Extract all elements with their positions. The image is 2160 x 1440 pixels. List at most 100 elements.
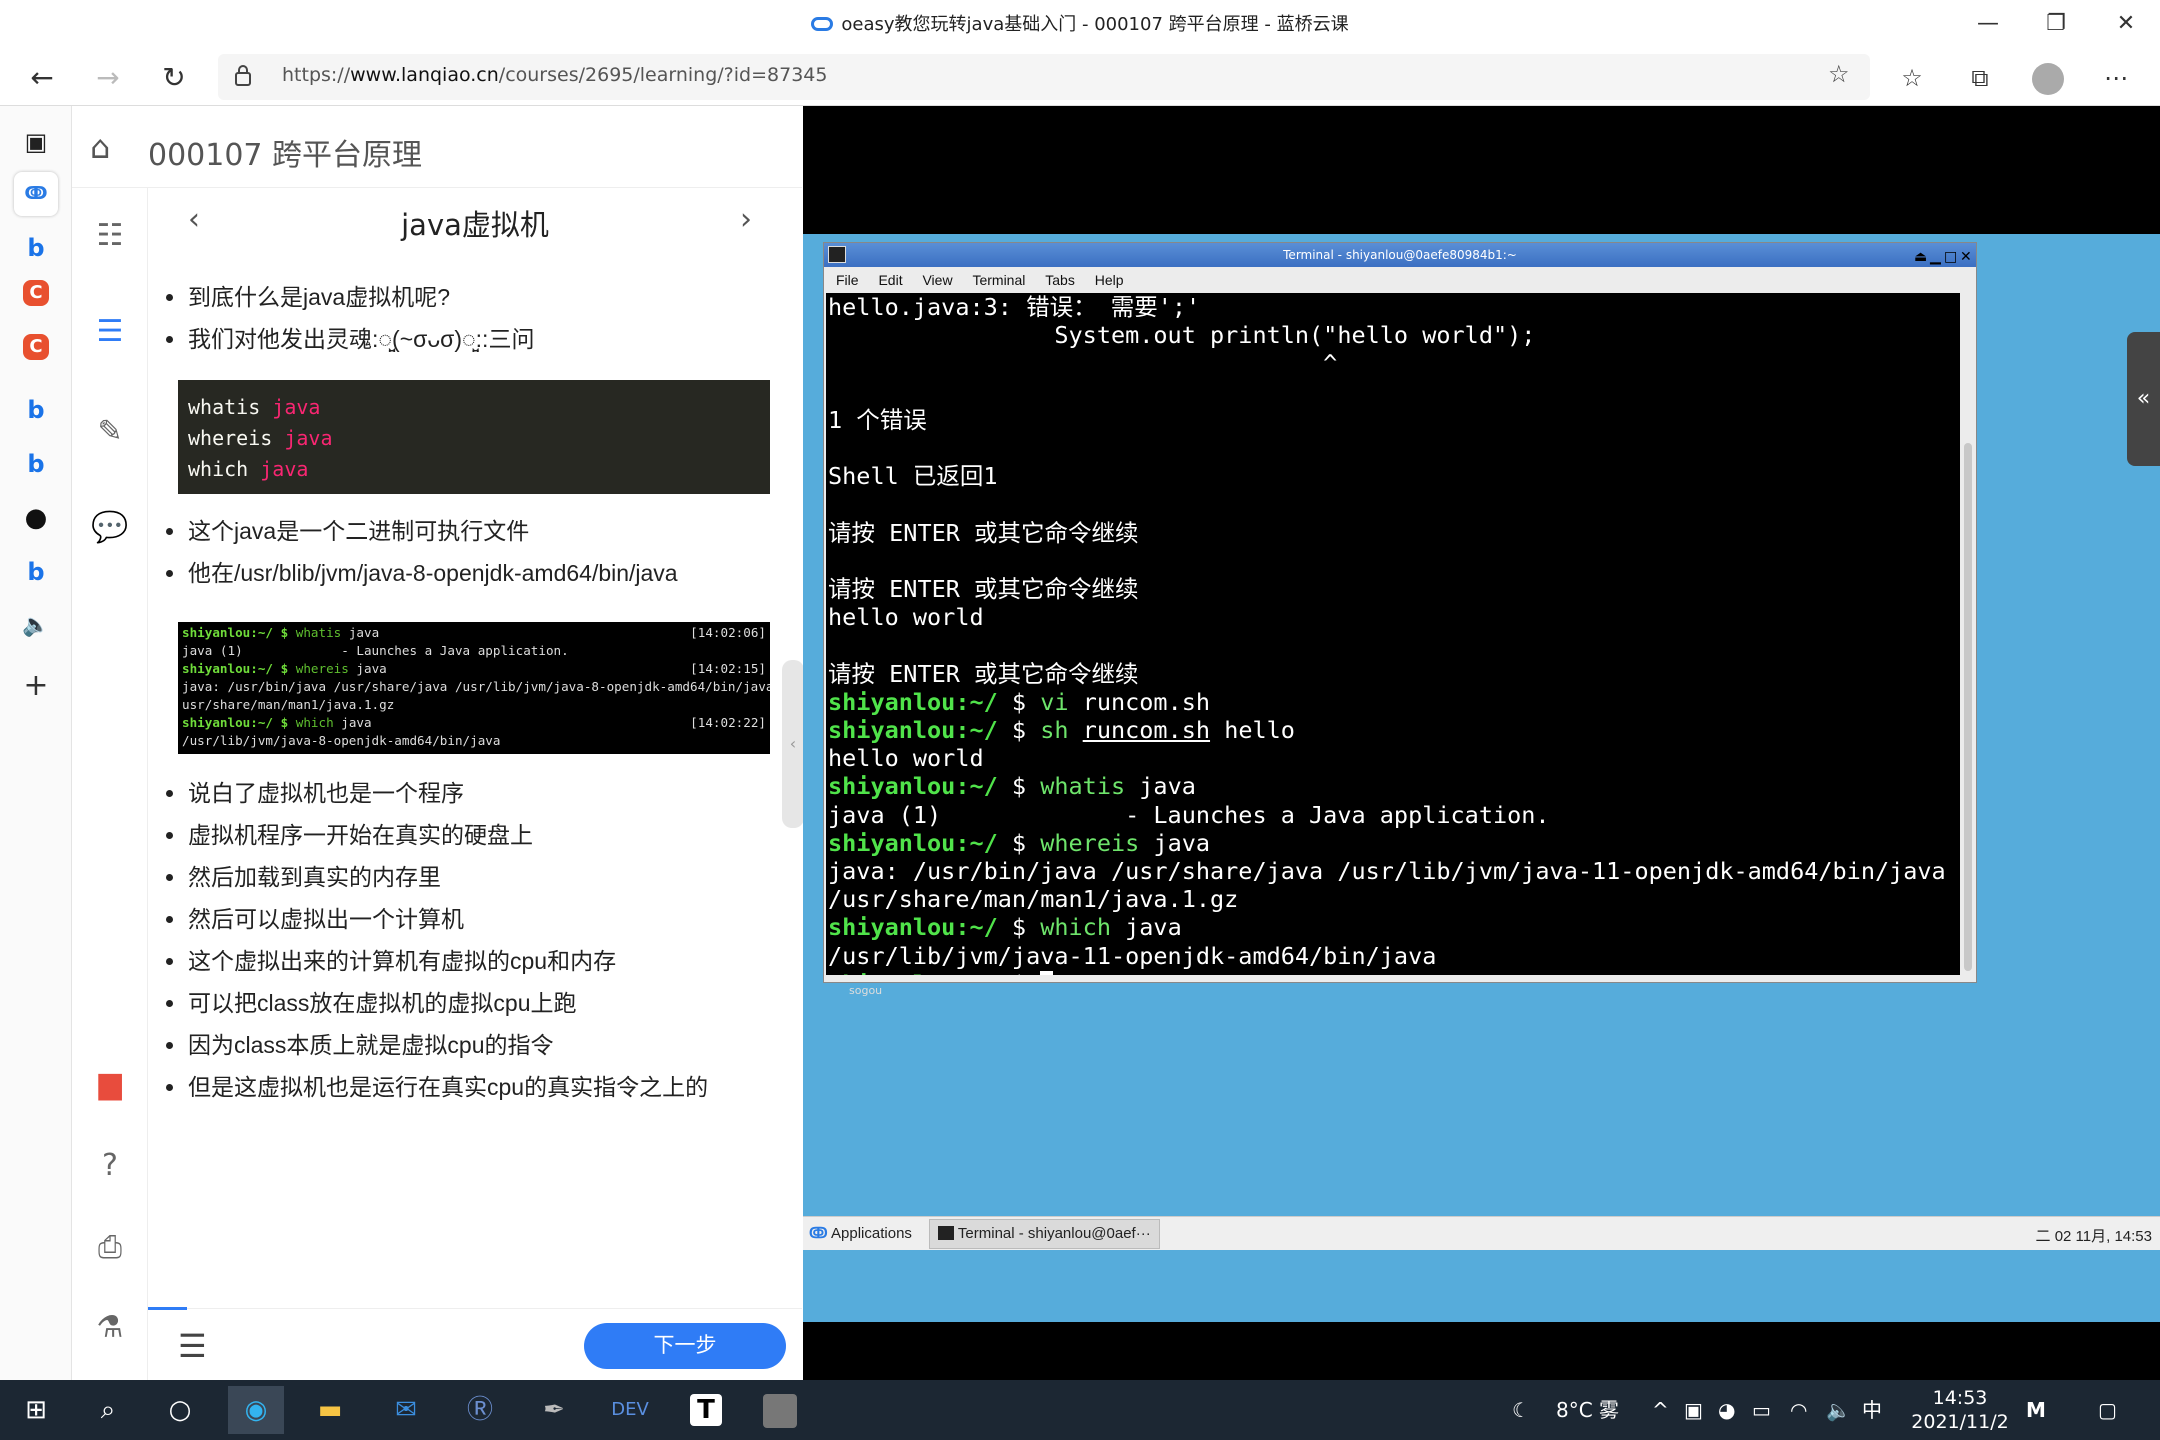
more-menu-icon[interactable]: ⋯	[2096, 58, 2136, 98]
discussion-icon[interactable]: 💬	[88, 506, 132, 550]
volume-icon[interactable]: 🔈	[1826, 1380, 1851, 1440]
window-title-bar: oeasy教您玩转java基础入门 - 000107 跨平台原理 - 蓝桥云课 …	[0, 0, 2160, 48]
code-block: whatis java whereis java which java	[178, 380, 770, 494]
file-explorer-icon[interactable]: ▬	[302, 1386, 358, 1434]
refresh-icon[interactable]: ↻	[152, 56, 196, 100]
notes-pencil-icon[interactable]: ✎	[88, 410, 132, 454]
terminal-shade-icon[interactable]: ⏏	[1914, 245, 1927, 269]
terminal-maximize-icon[interactable]: □	[1944, 245, 1957, 269]
cortana-icon[interactable]: ○	[152, 1386, 208, 1434]
collections-icon[interactable]: ⧉	[1960, 58, 2000, 98]
menu-help[interactable]: Help	[1095, 272, 1124, 288]
lock-icon[interactable]	[234, 64, 252, 86]
tray-expand-chevron-icon[interactable]: ^	[1652, 1380, 1669, 1440]
im-app-icon[interactable]: M	[2026, 1380, 2046, 1440]
list-item: 这个java是一个二进制可执行文件	[148, 510, 802, 552]
list-item: 说白了虚拟机也是一个程序	[148, 772, 802, 814]
tray-app-icon[interactable]: ▣	[1684, 1380, 1703, 1440]
experiment-icon[interactable]: ⚗	[88, 1306, 132, 1350]
bing-tab-icon-4[interactable]: b	[14, 550, 58, 594]
xfce-apps-icon: ↂ	[809, 1225, 828, 1242]
search-icon[interactable]: ⌕	[80, 1386, 136, 1434]
weather-text[interactable]: 8°C 雾	[1556, 1380, 1619, 1440]
xfce-desktop[interactable]: Terminal - shiyanlou@0aefe80984b1:~ ⏏ ▁ …	[803, 234, 2160, 1322]
collapse-panel-chevron-icon[interactable]: «	[2127, 332, 2160, 466]
terminal-scrollbar[interactable]	[1961, 293, 1975, 975]
ranking-chart-icon[interactable]: ▆	[88, 1062, 132, 1106]
forward-arrow-icon[interactable]: →	[86, 56, 130, 100]
terminal-screen[interactable]: hello.java:3: 错误： 需要';' System.out print…	[826, 293, 1960, 975]
terminal-screenshot-image: shiyanlou:~/ $ whatis java [14:02:06] java…	[178, 622, 770, 754]
menu-tabs[interactable]: Tabs	[1045, 272, 1075, 288]
back-arrow-icon[interactable]: ←	[20, 56, 64, 100]
user-photo-app-icon[interactable]	[752, 1386, 808, 1434]
report-icon[interactable]: ⎙	[88, 1226, 132, 1270]
tray-qq-icon[interactable]: ◕	[1718, 1380, 1735, 1440]
ordered-list-icon[interactable]: ☰	[88, 310, 132, 354]
csdn-tab-icon[interactable]: C	[23, 280, 49, 306]
notifications-icon[interactable]: ▢	[2098, 1380, 2117, 1440]
address-bar[interactable]: https://www.lanqiao.cn/courses/2695/lear…	[218, 54, 1870, 100]
terminal-window[interactable]: Terminal - shiyanlou@0aefe80984b1:~ ⏏ ▁ …	[823, 242, 1977, 983]
taskbar-terminal-item[interactable]: Terminal - shiyanlou@0aef···	[929, 1219, 1160, 1249]
next-section-chevron-icon[interactable]: ›	[740, 202, 752, 237]
list-menu-icon[interactable]: ☰	[178, 1327, 207, 1365]
scrollbar-thumb[interactable]	[1964, 443, 1972, 971]
bing-tab-icon[interactable]: b	[14, 226, 58, 270]
url-text[interactable]: https://www.lanqiao.cn/courses/2695/lear…	[282, 64, 827, 86]
favorites-icon[interactable]: ☆	[1892, 58, 1932, 98]
new-tab-plus-icon[interactable]: +	[14, 664, 58, 708]
applications-menu[interactable]: ↂ Applications	[809, 1224, 912, 1242]
devcpp-icon[interactable]: DEV	[602, 1386, 658, 1434]
menu-view[interactable]: View	[922, 272, 952, 288]
edge-taskbar-icon[interactable]: ◉	[228, 1386, 284, 1434]
ime-indicator[interactable]: 中	[1862, 1380, 1882, 1440]
bing-tab-icon-2[interactable]: b	[14, 388, 58, 432]
tab-actions-icon[interactable]: ▣	[14, 120, 58, 164]
weather-moon-icon[interactable]: ☾	[1512, 1380, 1530, 1440]
menu-terminal[interactable]: Terminal	[972, 272, 1025, 288]
windows-start-icon[interactable]: ⊞	[8, 1386, 64, 1434]
terminal-close-icon[interactable]: ✕	[1960, 245, 1972, 269]
menu-file[interactable]: File	[836, 272, 859, 288]
list-item: 我们对他发出灵魂:◌̤̮(~σᴗσ)◌̤̮::三问	[148, 318, 802, 360]
mail-icon[interactable]: ✉	[378, 1386, 434, 1434]
panel-splitter-handle[interactable]: ‹	[782, 660, 804, 828]
csdn-tab-icon-2[interactable]: C	[23, 334, 49, 360]
course-header: ⌂ 000107 跨平台原理	[72, 106, 802, 188]
remote-desktop-viewport[interactable]: Terminal - shiyanlou@0aefe80984b1:~ ⏏ ▁ …	[803, 106, 2160, 1380]
home-icon[interactable]: ⌂	[90, 128, 110, 166]
battery-icon[interactable]: ▭	[1752, 1380, 1771, 1440]
close-button[interactable]: ✕	[2102, 6, 2150, 42]
speaker-tab-icon[interactable]: 🔈	[14, 604, 58, 648]
list-item: 虚拟机程序一开始在真实的硬盘上	[148, 814, 802, 856]
bullet-list-2: 这个java是一个二进制可执行文件 他在/usr/blib/jvm/java-8…	[148, 510, 802, 594]
list-item: 然后可以虚拟出一个计算机	[148, 898, 802, 940]
profile-avatar[interactable]	[2028, 58, 2068, 98]
course-title: 000107 跨平台原理	[148, 138, 423, 173]
windows-taskbar: ⊞ ⌕ ○ ◉ ▬ ✉ Ⓡ ✒ DEV T ☾ 8°C 雾 ^ ▣ ◕ ▭ ◠ …	[0, 1380, 2160, 1440]
next-step-button[interactable]: 下一步	[584, 1323, 786, 1369]
bing-tab-icon-3[interactable]: b	[14, 442, 58, 486]
lesson-footer: ☰ 下一步	[148, 1307, 802, 1380]
minimize-button[interactable]: —	[1964, 6, 2012, 42]
restore-button[interactable]: ❐	[2032, 6, 2080, 42]
r-app-icon[interactable]: Ⓡ	[452, 1386, 508, 1434]
system-clock[interactable]: 14:53 2021/11/2	[1900, 1386, 2020, 1434]
typora-icon[interactable]: T	[678, 1386, 734, 1434]
wifi-icon[interactable]: ◠	[1790, 1380, 1807, 1440]
xfce-bottom-panel: ↂ Applications Terminal - shiyanlou@0aef…	[803, 1216, 2160, 1250]
help-question-icon[interactable]: ?	[88, 1144, 132, 1188]
sogou-desktop-label: sogou	[849, 984, 883, 997]
catalog-icon[interactable]: ☷	[88, 214, 132, 258]
bullet-list-1: 到底什么是java虚拟机呢? 我们对他发出灵魂:◌̤̮(~σᴗσ)◌̤̮::三问	[148, 276, 802, 360]
list-item: 到底什么是java虚拟机呢?	[148, 276, 802, 318]
terminal-title-bar[interactable]: Terminal - shiyanlou@0aefe80984b1:~ ⏏ ▁ …	[824, 243, 1976, 267]
menu-edit[interactable]: Edit	[878, 272, 902, 288]
list-item: 可以把class放在虚拟机的虚拟cpu上跑	[148, 982, 802, 1024]
add-favorite-icon[interactable]: ☆	[1828, 60, 1850, 88]
terminal-minimize-icon[interactable]: ▁	[1930, 245, 1941, 269]
lanqiao-tab-icon[interactable]: ↂ	[14, 172, 58, 216]
pen-app-icon[interactable]: ✒	[526, 1386, 582, 1434]
github-tab-icon[interactable]: ●	[14, 496, 58, 540]
